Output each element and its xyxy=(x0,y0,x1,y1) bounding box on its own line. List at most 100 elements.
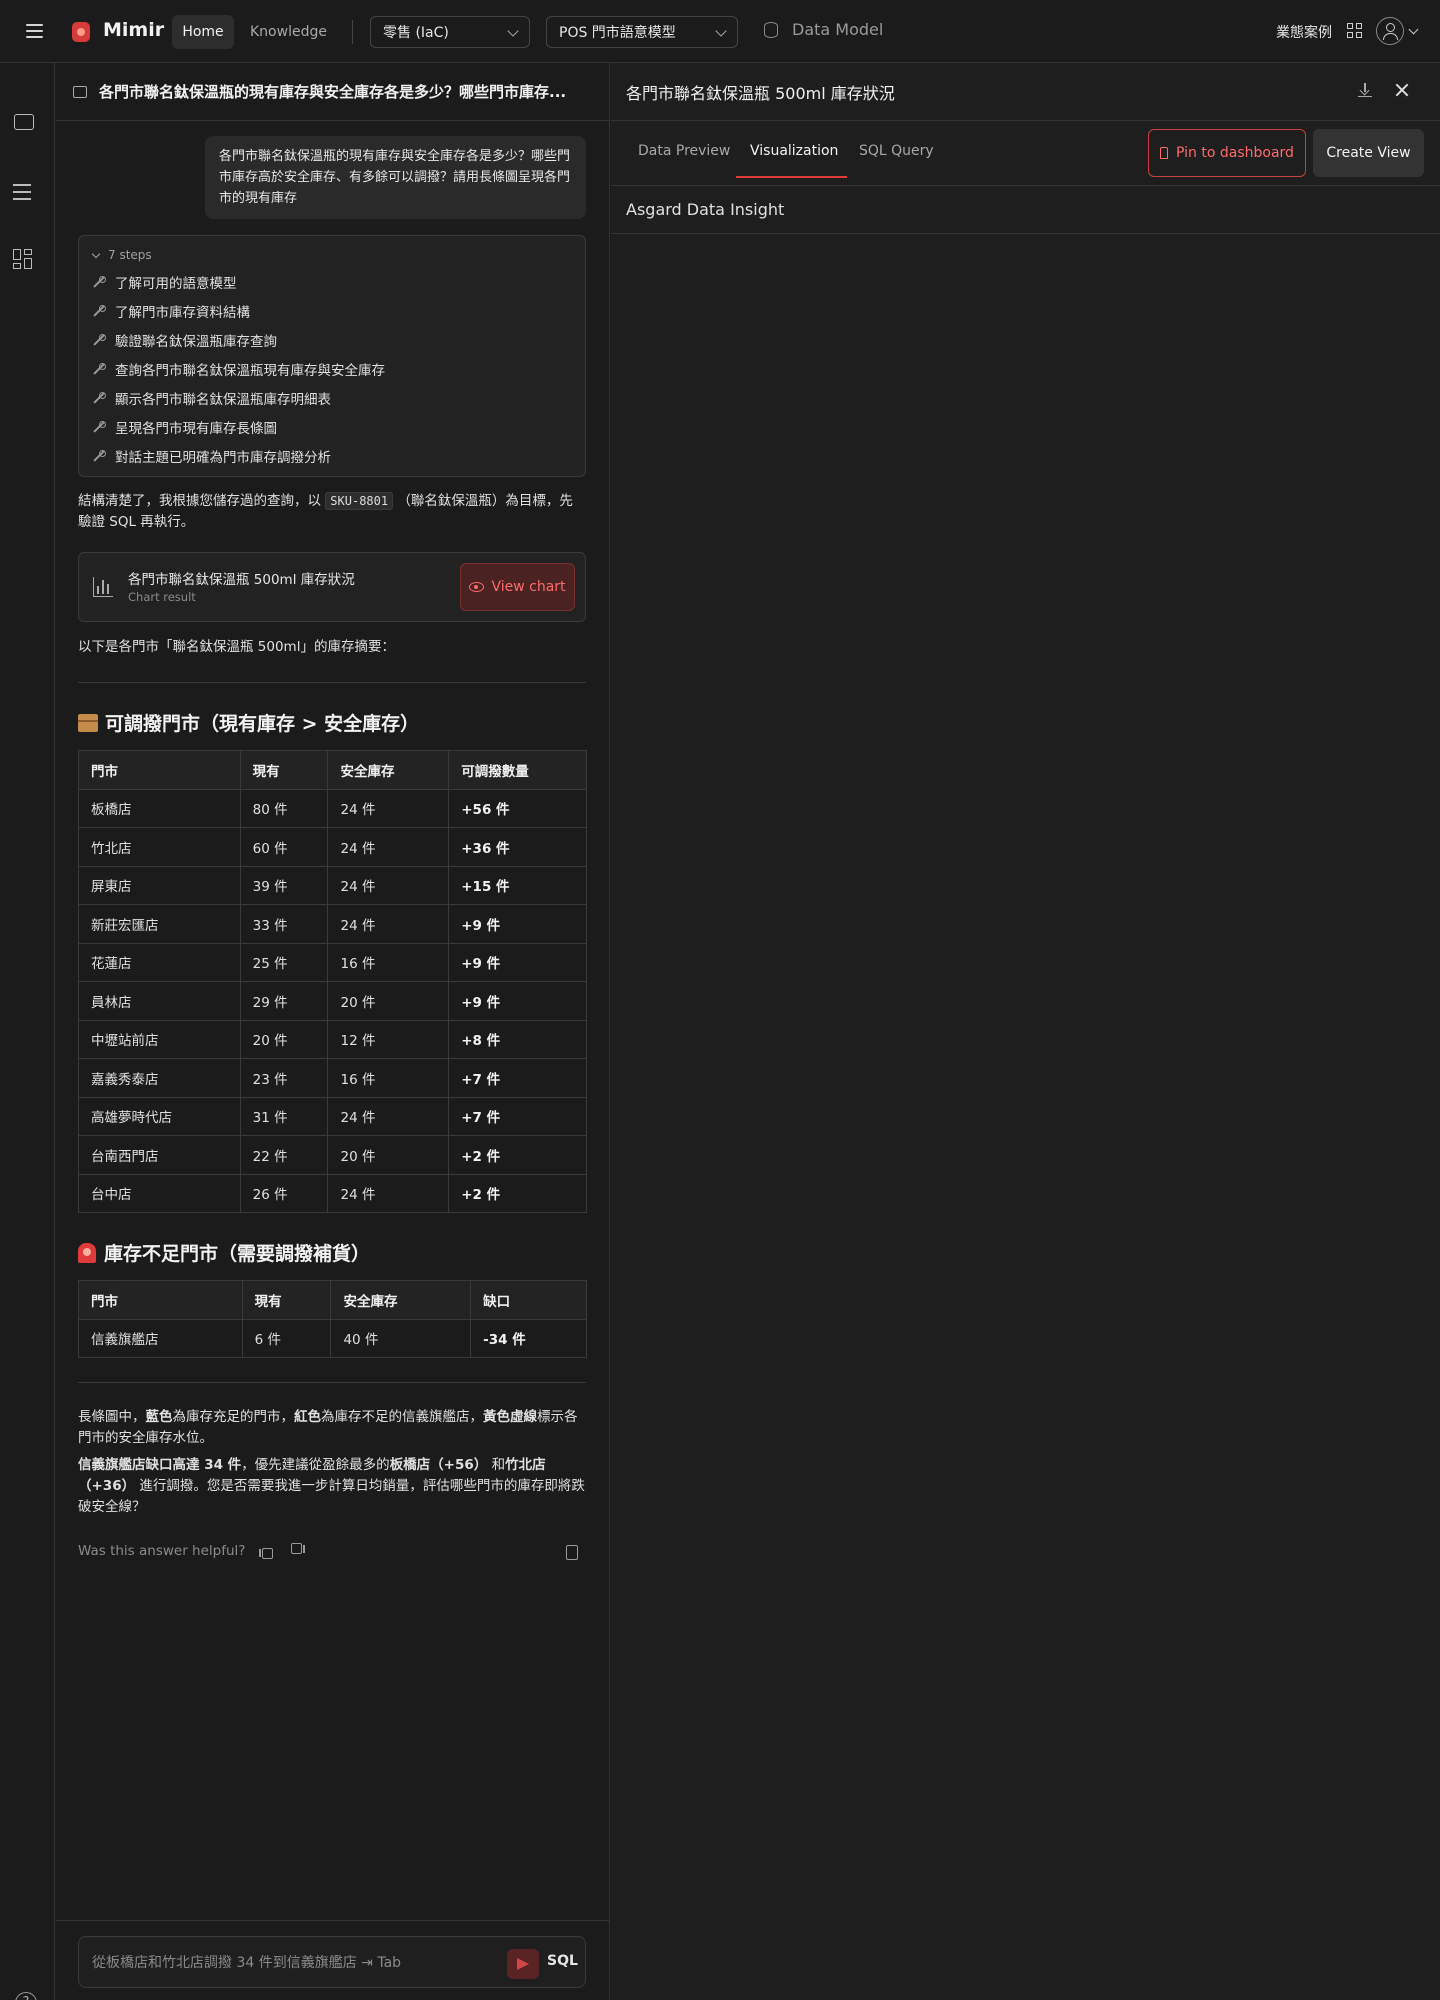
agent-steps: 7 steps 了解可用的語意模型 了解門市庫存資料結構 驗證聯名鈦保溫瓶庫存查… xyxy=(78,235,586,477)
divider xyxy=(56,1920,610,1921)
view-chart-button[interactable]: View chart xyxy=(460,563,575,611)
recommendation: 信義旗艦店缺口高達 34 件，優先建議從盈餘最多的板橋店（+56） 和竹北店（+… xyxy=(78,1455,586,1518)
table-cell: 29 件 xyxy=(239,981,329,1021)
top-bar: Mimir Home Knowledge 零售 (IaC) POS 門市語意模型… xyxy=(0,0,1440,63)
thumbs-up-icon[interactable] xyxy=(259,1544,274,1559)
chat-input[interactable] xyxy=(92,1952,492,1974)
table-cell: 花蓮店 xyxy=(78,942,241,982)
chat-input-box: SQL xyxy=(78,1936,586,1988)
recommendation-text: 和 xyxy=(487,1457,506,1473)
nav-home[interactable]: Home xyxy=(172,15,234,49)
chart-card-subtitle: Chart result xyxy=(128,590,196,604)
bookmark-icon[interactable] xyxy=(566,1545,578,1560)
table-header: 可調撥數量 xyxy=(448,750,587,790)
table-cell: +9 件 xyxy=(448,942,587,982)
table-cell: 6 件 xyxy=(241,1318,332,1358)
step-label: 呈現各門市現有庫存長條圖 xyxy=(115,421,277,437)
download-icon[interactable] xyxy=(1358,83,1372,97)
feedback-row: Was this answer helpful? xyxy=(78,1543,305,1559)
step-label: 查詢各門市聯名鈦保溫瓶現有庫存與安全庫存 xyxy=(115,363,385,379)
eye-icon xyxy=(469,582,485,592)
table-cell: 12 件 xyxy=(327,1019,450,1059)
chart-result-card: 各門市聯名鈦保溫瓶 500ml 庫存狀況 Chart result View c… xyxy=(78,552,586,622)
mimir-logo-icon xyxy=(72,22,90,42)
insight-label: Asgard Data Insight xyxy=(626,200,785,219)
table-cell: 60 件 xyxy=(239,827,329,867)
table-cell: 台南西門店 xyxy=(78,1135,241,1175)
tab-visualization[interactable]: Visualization xyxy=(750,143,838,159)
table-cell: 竹北店 xyxy=(78,827,241,867)
table-cell: 24 件 xyxy=(327,1096,450,1136)
semantic-model-select[interactable]: POS 門市語意模型 xyxy=(546,16,738,48)
note-bold: 紅色 xyxy=(294,1409,321,1425)
package-icon xyxy=(78,713,98,732)
table-row: 台南西門店 22 件 20 件 +2 件 xyxy=(78,1135,587,1175)
table-cell: 嘉義秀泰店 xyxy=(78,1058,241,1098)
data-model-link[interactable]: Data Model xyxy=(764,20,883,39)
user-menu-chevron-icon[interactable] xyxy=(1408,24,1419,35)
tab-data-preview[interactable]: Data Preview xyxy=(638,143,730,159)
create-view-button[interactable]: Create View xyxy=(1313,129,1424,177)
help-icon[interactable]: ? xyxy=(15,1992,37,2000)
view-chart-label: View chart xyxy=(491,579,566,595)
table-cell: 高雄夢時代店 xyxy=(78,1096,241,1136)
dashboard-icon[interactable] xyxy=(13,249,35,271)
table-cell: 20 件 xyxy=(327,1135,450,1175)
table-cell: 信義旗艦店 xyxy=(78,1318,243,1358)
apps-grid-icon[interactable] xyxy=(1347,23,1363,39)
pin-button-label: Pin to dashboard xyxy=(1176,145,1294,161)
chat-header: 各門市聯名鈦保溫瓶的現有庫存與安全庫存各是多少？哪些門市庫存... xyxy=(56,63,610,121)
summary-intro: 以下是各門市「聯名鈦保溫瓶 500ml」的庫存摘要： xyxy=(78,639,395,655)
close-icon[interactable] xyxy=(1395,83,1409,97)
workspace-select[interactable]: 零售 (IaC) xyxy=(370,16,530,48)
wrench-icon xyxy=(93,276,106,288)
user-avatar-icon[interactable] xyxy=(1376,17,1404,45)
list-icon[interactable] xyxy=(13,181,35,203)
table-cell: 台中店 xyxy=(78,1173,241,1213)
table-cell: -34 件 xyxy=(470,1318,587,1358)
note-bold: 黃色虛線 xyxy=(483,1409,537,1425)
table-cell: +9 件 xyxy=(448,904,587,944)
table-header: 安全庫存 xyxy=(330,1280,472,1320)
table-cell: +9 件 xyxy=(448,981,587,1021)
table-cell: +7 件 xyxy=(448,1096,587,1136)
user-message: 各門市聯名鈦保溫瓶的現有庫存與安全庫存各是多少？哪些門市庫存高於安全庫存、有多餘… xyxy=(205,136,586,219)
steps-toggle[interactable]: 7 steps xyxy=(91,248,152,262)
table-header: 現有 xyxy=(239,750,329,790)
surplus-heading-text: 可調撥門市（現有庫存 > 安全庫存） xyxy=(105,713,420,735)
table-cell: +8 件 xyxy=(448,1019,587,1059)
recommendation-text: 進行調撥。您是否需要我進一步計算日均銷量，評估哪些門市的庫存即將跌破安全線？ xyxy=(78,1478,585,1515)
app-name: Mimir xyxy=(103,19,165,41)
step-item: 查詢各門市聯名鈦保溫瓶現有庫存與安全庫存 xyxy=(93,359,385,379)
table-header-row: 門市 現有 安全庫存 缺口 xyxy=(78,1280,587,1320)
table-cell: 24 件 xyxy=(327,788,450,828)
table-cell: 20 件 xyxy=(327,981,450,1021)
table-cell: +2 件 xyxy=(448,1135,587,1175)
chart-legend-note: 長條圖中，藍色為庫存充足的門市，紅色為庫存不足的信義旗艦店，黃色虛線標示各門市的… xyxy=(78,1407,586,1449)
chat-icon[interactable] xyxy=(13,113,35,135)
step-label: 驗證聯名鈦保溫瓶庫存查詢 xyxy=(115,334,277,350)
hamburger-menu-icon[interactable] xyxy=(22,20,46,44)
sql-toggle[interactable]: SQL xyxy=(547,1953,578,1969)
send-button[interactable] xyxy=(507,1949,539,1979)
table-row: 中壢站前店 20 件 12 件 +8 件 xyxy=(78,1019,587,1059)
table-row: 信義旗艦店 6 件 40 件 -34 件 xyxy=(78,1318,587,1358)
use-cases-link[interactable]: 業態案例 xyxy=(1276,22,1332,42)
table-cell: 22 件 xyxy=(239,1135,329,1175)
shortage-heading: 庫存不足門市（需要調撥補貨） xyxy=(78,1239,370,1266)
table-header: 缺口 xyxy=(470,1280,587,1320)
tab-sql-query[interactable]: SQL Query xyxy=(859,143,934,159)
table-row: 花蓮店 25 件 16 件 +9 件 xyxy=(78,942,587,982)
nav-knowledge[interactable]: Knowledge xyxy=(240,15,337,49)
semantic-model-select-value: POS 門市語意模型 xyxy=(559,25,676,41)
table-cell: 中壢站前店 xyxy=(78,1019,241,1059)
table-header: 門市 xyxy=(78,1280,243,1320)
table-row: 嘉義秀泰店 23 件 16 件 +7 件 xyxy=(78,1058,587,1098)
note-text: 長條圖中， xyxy=(78,1409,146,1425)
table-cell: 20 件 xyxy=(239,1019,329,1059)
table-header: 門市 xyxy=(78,750,241,790)
pin-to-dashboard-button[interactable]: Pin to dashboard xyxy=(1148,129,1306,177)
table-cell: 16 件 xyxy=(327,1058,450,1098)
thumbs-down-icon[interactable] xyxy=(291,1544,305,1558)
shortage-table: 門市 現有 安全庫存 缺口 信義旗艦店 6 件 40 件 -34 件 xyxy=(78,1280,587,1358)
